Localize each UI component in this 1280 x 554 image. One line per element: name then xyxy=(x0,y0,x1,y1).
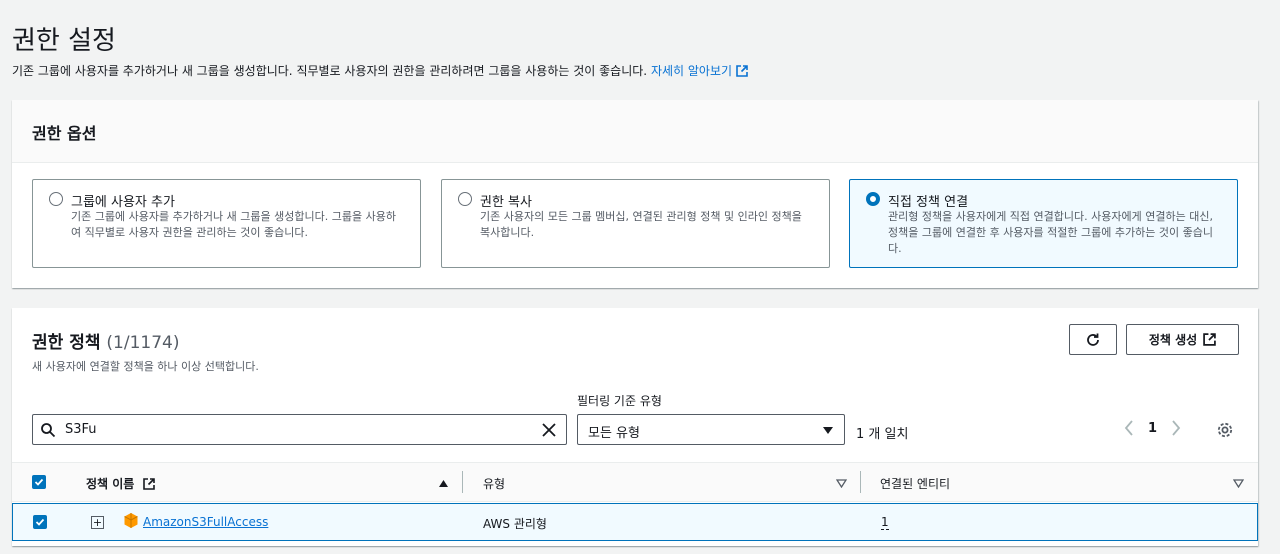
radio-button-selected[interactable] xyxy=(866,192,880,206)
radio-button[interactable] xyxy=(49,192,63,206)
external-link-icon xyxy=(142,478,155,490)
column-header-name[interactable]: 정책 이름 xyxy=(86,475,155,492)
sort-icon[interactable] xyxy=(836,479,847,488)
search-input[interactable]: S3Fu xyxy=(32,414,567,445)
option-copy-permissions[interactable]: 권한 복사 기존 사용자의 모든 그룹 멤버십, 연결된 관리형 정책 및 인라… xyxy=(441,179,830,268)
refresh-button[interactable] xyxy=(1069,324,1117,355)
option-description: 기존 그룹에 사용자를 추가하거나 새 그룹을 생성합니다. 그룹을 사용하여 … xyxy=(71,210,396,239)
option-title: 직접 정책 연결 xyxy=(888,195,969,210)
sort-ascending-icon[interactable] xyxy=(438,479,449,488)
option-add-to-group[interactable]: 그룹에 사용자 추가 기존 그룹에 사용자를 추가하거나 새 그룹을 생성합니다… xyxy=(32,179,421,268)
pagination: 1 xyxy=(1124,420,1181,436)
aws-managed-policy-icon xyxy=(124,513,138,528)
chevron-right-icon[interactable] xyxy=(1171,420,1181,436)
panel-description: 새 사용자에 연결할 정책을 하나 이상 선택합니다. xyxy=(32,360,259,373)
radio-button[interactable] xyxy=(458,192,472,206)
panel-title: 권한 정책 (1/1174) xyxy=(32,333,180,353)
filter-type-label: 필터링 기준 유형 xyxy=(577,394,662,408)
search-icon xyxy=(41,423,56,438)
create-policy-button[interactable]: 정책 생성 xyxy=(1126,324,1239,355)
page-title: 권한 설정 xyxy=(12,26,116,56)
check-icon xyxy=(35,518,45,526)
table-row[interactable]: + AmazonS3FullAccess AWS 관리형 1 xyxy=(12,503,1258,541)
column-header-entities[interactable]: 연결된 엔티티 xyxy=(880,475,950,492)
option-attach-policies[interactable]: 직접 정책 연결 관리형 정책을 사용자에게 직접 연결합니다. 사용자에게 연… xyxy=(849,179,1238,268)
permission-options-panel: 권한 옵션 그룹에 사용자 추가 기존 그룹에 사용자를 추가하거나 새 그룹을… xyxy=(12,100,1258,288)
match-count: 1 개 일치 xyxy=(856,427,909,442)
page-number[interactable]: 1 xyxy=(1148,421,1157,436)
gear-icon[interactable] xyxy=(1216,421,1234,439)
panel-title: 권한 옵션 xyxy=(12,100,1258,163)
option-description: 관리형 정책을 사용자에게 직접 연결합니다. 사용자에게 연결하는 대신, 정… xyxy=(888,210,1213,255)
expand-icon[interactable]: + xyxy=(91,516,104,529)
filter-type-select[interactable]: 모든 유형 xyxy=(577,414,845,445)
page-description: 기존 그룹에 사용자를 추가하거나 새 그룹을 생성합니다. 직무별로 사용자의… xyxy=(12,62,748,79)
column-divider[interactable] xyxy=(860,471,861,493)
clear-icon[interactable] xyxy=(540,421,558,439)
select-value: 모든 유형 xyxy=(588,426,640,441)
policy-type: AWS 관리형 xyxy=(483,517,547,531)
option-description: 기존 사용자의 모든 그룹 멤버십, 연결된 관리형 정책 및 인라인 정책을 … xyxy=(480,210,802,239)
option-title: 권한 복사 xyxy=(480,195,532,210)
policy-name-link[interactable]: AmazonS3FullAccess xyxy=(143,515,268,529)
chevron-left-icon[interactable] xyxy=(1124,420,1134,436)
column-divider[interactable] xyxy=(462,471,463,493)
row-checkbox[interactable] xyxy=(33,515,47,529)
permission-policies-panel: 권한 정책 (1/1174) 새 사용자에 연결할 정책을 하나 이상 선택합니… xyxy=(12,308,1258,546)
caret-down-icon xyxy=(823,427,833,434)
learn-more-link[interactable]: 자세히 알아보기 xyxy=(651,64,748,78)
external-link-icon xyxy=(1203,333,1216,346)
check-icon xyxy=(34,478,44,486)
sort-icon[interactable] xyxy=(1233,479,1244,488)
refresh-icon xyxy=(1087,333,1099,346)
column-header-type[interactable]: 유형 xyxy=(483,475,505,492)
external-link-icon xyxy=(736,65,748,77)
search-value: S3Fu xyxy=(65,422,97,437)
table-header: 정책 이름 유형 연결된 엔티티 xyxy=(12,462,1258,502)
attached-entities-count[interactable]: 1 xyxy=(881,515,889,530)
option-title: 그룹에 사용자 추가 xyxy=(71,195,175,210)
select-all-checkbox[interactable] xyxy=(32,475,46,489)
policy-count: (1/1174) xyxy=(106,333,180,353)
